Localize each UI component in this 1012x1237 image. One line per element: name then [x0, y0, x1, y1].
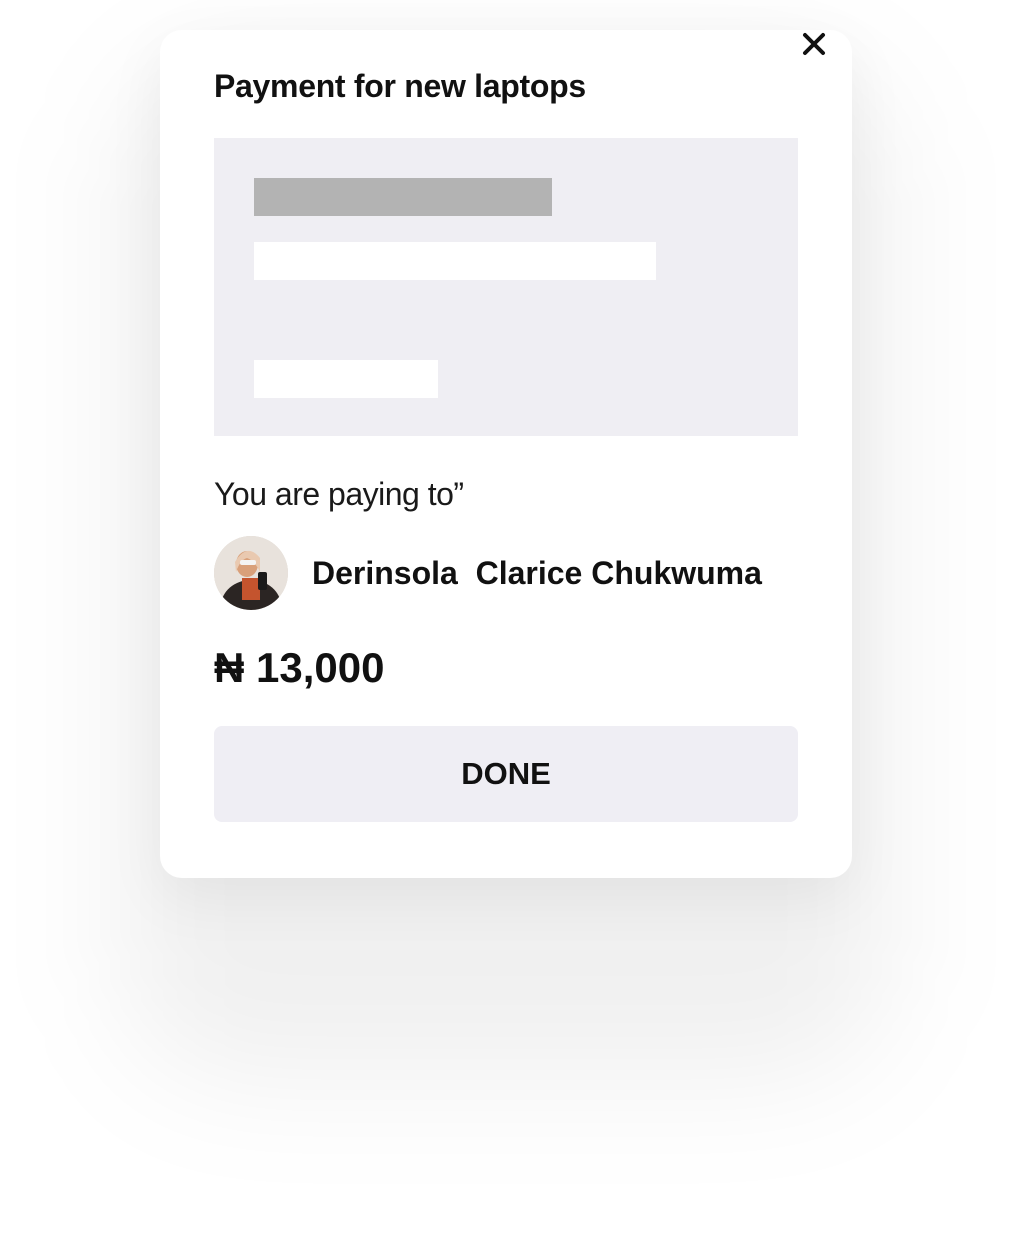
placeholder-bar: [254, 178, 552, 216]
avatar-photo: [214, 536, 288, 610]
dialog-title: Payment for new laptops: [214, 68, 586, 104]
close-button[interactable]: [800, 30, 828, 58]
placeholder-bar: [254, 242, 656, 280]
details-placeholder: [214, 138, 798, 436]
done-button[interactable]: DONE: [214, 726, 798, 822]
avatar: [214, 536, 288, 610]
placeholder-bar: [254, 360, 438, 398]
screen: Payment for new laptops You are paying t…: [0, 0, 1012, 1237]
payment-amount: ₦ 13,000: [214, 644, 385, 691]
close-icon: [803, 33, 825, 55]
payee-name: Derinsola Clarice Chukwuma: [312, 554, 762, 591]
payee-row: Derinsola Clarice Chukwuma: [214, 536, 762, 610]
payment-dialog: Payment for new laptops You are paying t…: [160, 30, 852, 878]
paying-to-label: You are paying to”: [214, 476, 464, 512]
